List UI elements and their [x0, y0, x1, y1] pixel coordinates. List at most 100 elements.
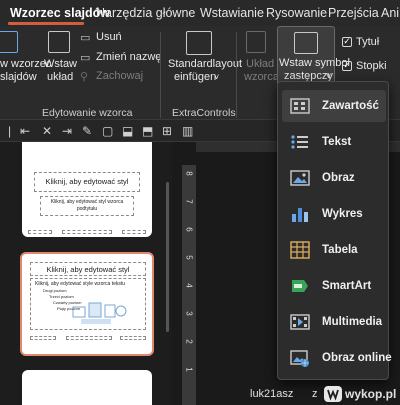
menu-item-media[interactable]: Multimedia [282, 306, 386, 338]
delete-icon: ▭ [80, 32, 91, 44]
menu-item-label: Obraz [322, 172, 355, 184]
ribbon-separator [236, 32, 237, 118]
insert-placeholder-label-1: Wstaw symbol [279, 57, 350, 69]
active-tab-indicator [8, 22, 84, 25]
ruler-number: 8 [184, 171, 194, 176]
footer-placeholder [66, 336, 112, 340]
pin-icon: ⚲ [80, 71, 89, 83]
insert-layout-label-1: Wstaw [44, 58, 77, 70]
slide2-bullet-2: Drugi poziom [43, 288, 67, 293]
group-label-edit-master: Edytowanie wzorca [42, 107, 133, 119]
menu-item-smartart[interactable]: SmartArt [282, 270, 386, 302]
insert-placeholder-menu: Zawartość Tekst Obraz Wykres Tabela Smar… [277, 81, 392, 380]
table-icon [290, 241, 310, 259]
content-icons-cluster [72, 302, 127, 324]
slide1-subtitle-1: Kliknij, aby edytować styl wzorca [50, 199, 124, 205]
insert-layout-label-2: układ [47, 71, 74, 83]
ribbon-tabs: Wzorzec slajdów Narzędzia główne Wstawia… [0, 0, 400, 26]
menu-item-content[interactable]: Zawartość [282, 90, 386, 122]
vertical-ruler: 8 7 6 5 4 3 2 1 [182, 165, 196, 405]
slide1-title: Kliknij, aby edytować styl [45, 177, 129, 186]
thumbnails-scrollbar[interactable] [166, 182, 169, 332]
standard-layout-label-1: Standardlayout [168, 58, 242, 70]
slide-master-icon [0, 31, 18, 53]
preserve-label: Zachowaj [96, 70, 144, 82]
tab-insert[interactable]: Wstawianie [200, 6, 264, 20]
slide-thumbnail-3[interactable] [22, 370, 152, 405]
slide2-bullet-1: Kliknij, aby edytować style wzorca tekst… [35, 281, 126, 287]
menu-item-picture[interactable]: Obraz [282, 162, 386, 194]
content-icon [290, 98, 310, 114]
more-icon[interactable]: ⊞ [162, 124, 172, 138]
master-layout-label-1: Układ [246, 58, 275, 70]
tab-transitions[interactable]: Przejścia [328, 6, 379, 20]
group-label-extra: ExtraControls [172, 107, 236, 119]
footer-placeholder [62, 230, 112, 234]
eyedropper-icon[interactable]: ✎ [82, 124, 92, 138]
menu-item-online-picture[interactable]: Obraz online [282, 342, 392, 374]
menu-item-label: Wykres [322, 208, 363, 220]
tab-draw[interactable]: Rysowanie [266, 6, 327, 20]
menu-item-text[interactable]: Tekst [282, 126, 386, 158]
rename-icon: ▭ [80, 52, 91, 64]
picture-icon [290, 170, 310, 186]
menu-item-label: Tabela [322, 244, 358, 256]
media-icon [290, 314, 310, 330]
tab-animations[interactable]: Anim [381, 6, 400, 20]
smartart-icon [292, 280, 308, 292]
footer-placeholder [120, 336, 146, 340]
standard-layout-icon [186, 31, 212, 55]
align-right-icon[interactable]: ⇥ [62, 124, 72, 138]
watermark-user: luk21asz [250, 388, 294, 400]
footers-check-icon: ✓ [342, 60, 352, 71]
menu-item-chart[interactable]: Wykres [282, 198, 386, 230]
footer-placeholder [28, 230, 52, 234]
menu-item-label: Tekst [322, 136, 352, 148]
shape-outline-icon[interactable]: ▢ [102, 124, 113, 138]
menu-item-label: Obraz online [322, 352, 392, 364]
menu-item-label: SmartArt [322, 280, 372, 292]
ruler-number: 5 [184, 255, 194, 260]
ruler-number: 2 [184, 339, 194, 344]
watermark-separator: z [312, 388, 318, 400]
slide-thumbnail-2[interactable]: Kliknij, aby edytować styl Kliknij, aby … [20, 252, 154, 356]
ruler-number: 3 [184, 311, 194, 316]
slide-thumbnail-1[interactable]: Kliknij, aby edytować styl Kliknij, aby … [22, 142, 152, 237]
rename-label: Zmień nazwę [96, 51, 162, 63]
standard-layout-chevron-icon: ˅ [214, 72, 220, 82]
footers-checkbox-label: Stopki [356, 60, 387, 72]
ruler-number: 4 [184, 283, 194, 288]
body-placeholder: Kliknij, aby edytować style wzorca tekst… [30, 278, 146, 330]
arrange-icon[interactable]: ▥ [182, 124, 193, 138]
menu-item-label: Zawartość [322, 100, 379, 112]
watermark: luk21asz z wykop.pl [250, 384, 400, 405]
ruler-number: 7 [184, 199, 194, 204]
title-placeholder: Kliknij, aby edytować styl [34, 172, 140, 192]
slide-thumbnails-panel: Kliknij, aby edytować styl Kliknij, aby … [0, 142, 172, 405]
ruler-number: 1 [184, 367, 194, 372]
layout-icon [48, 31, 70, 53]
menu-item-table[interactable]: Tabela [282, 234, 386, 266]
placeholder-icon [294, 32, 318, 54]
master-layout-icon [246, 31, 266, 53]
close-icon[interactable]: ✕ [42, 124, 52, 138]
ribbon-separator [160, 32, 161, 118]
delete-label: Usuń [96, 31, 122, 43]
watermark-site: wykop.pl [345, 387, 397, 401]
insert-master-label-2: slajdów [0, 71, 37, 83]
footer-placeholder [30, 336, 56, 340]
standard-layout-label-2: einfügen [174, 71, 217, 83]
shape-effects-icon[interactable]: ⬓ [122, 124, 133, 138]
slide2-title: Kliknij, aby edytować styl [46, 265, 130, 274]
slide1-subtitle-2: podtytułu [76, 206, 98, 212]
chart-icon [292, 208, 308, 222]
title-checkbox-label: Tytuł [356, 36, 380, 48]
separator-icon: | [8, 124, 12, 138]
tab-home[interactable]: Narzędzia główne [96, 6, 195, 20]
shape-fill-icon[interactable]: ⬒ [142, 124, 153, 138]
title-placeholder: Kliknij, aby edytować styl [30, 262, 146, 276]
slide2-content: Kliknij, aby edytować styl Kliknij, aby … [26, 258, 148, 350]
master-layout-label-2: wzorca [244, 71, 279, 83]
online-picture-icon [290, 350, 309, 367]
align-left-icon[interactable]: ⇤ [20, 124, 30, 138]
